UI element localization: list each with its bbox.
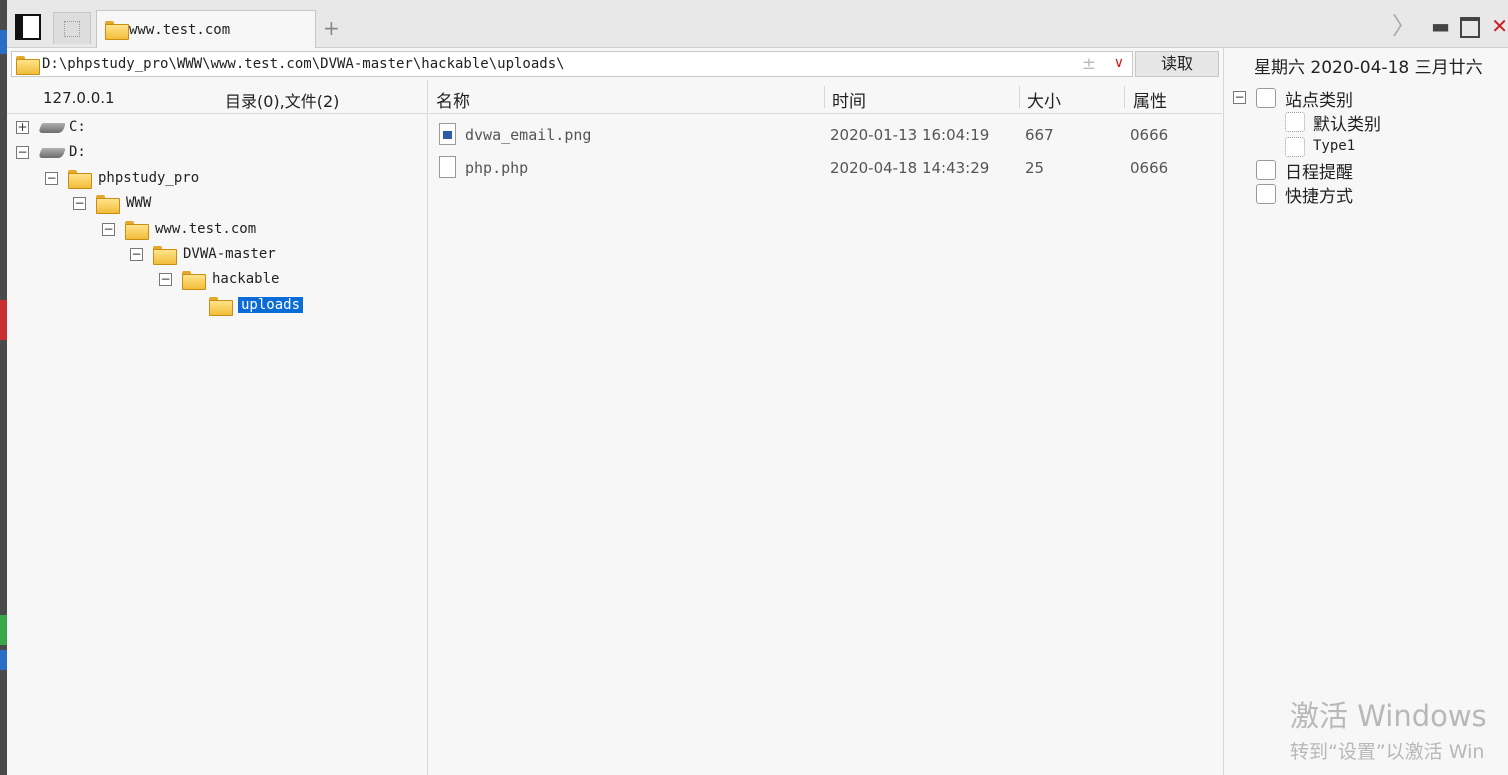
tab-blank[interactable] — [53, 12, 91, 44]
dotted-square-icon — [1285, 112, 1305, 132]
file-size: 667 — [1025, 126, 1054, 144]
file-time: 2020-04-18 14:43:29 — [830, 159, 990, 177]
add-tab-button[interactable]: + — [323, 18, 340, 38]
path-input[interactable]: D:\phpstudy_pro\WWW\www.test.com\DVWA-ma… — [11, 51, 1133, 77]
dotted-square-icon — [1285, 137, 1305, 157]
open-folder-icon — [209, 297, 233, 316]
file-row[interactable]: dvwa_email.png 2020-01-13 16:04:19 667 0… — [429, 120, 1222, 150]
collapse-icon[interactable]: − — [102, 223, 115, 236]
tab-active[interactable]: www.test.com — [96, 10, 316, 49]
directory-tree-pane: 127.0.0.1 目录(0),文件(2) + C: − D: − phpstu… — [7, 80, 428, 775]
category-icon — [1256, 88, 1276, 108]
plus-minus-icon[interactable]: ± — [1082, 54, 1096, 74]
collapse-icon[interactable]: − — [1233, 91, 1246, 104]
maximize-button[interactable] — [1460, 12, 1480, 38]
minimize-button[interactable]: ▬ — [1431, 12, 1450, 40]
collapse-icon[interactable]: − — [159, 273, 172, 286]
read-button[interactable]: 读取 — [1135, 51, 1219, 77]
collapse-icon[interactable]: − — [73, 197, 86, 210]
collapse-icon[interactable]: − — [45, 172, 58, 185]
folder-icon — [16, 56, 40, 75]
collapse-icon[interactable]: − — [16, 146, 29, 159]
file-size: 25 — [1025, 159, 1045, 177]
watermark-line1: 激活 Windows — [1290, 699, 1487, 733]
file-list-pane: 名称 时间 大小 属性 dvwa_email.png 2020-01-13 16… — [429, 80, 1222, 775]
collapse-icon[interactable]: − — [130, 248, 143, 261]
tree-header: 127.0.0.1 目录(0),文件(2) — [7, 80, 428, 114]
folder-icon — [182, 271, 206, 290]
file-name[interactable]: dvwa_email.png — [465, 126, 591, 144]
clock-icon — [1256, 160, 1276, 180]
server-ip: 127.0.0.1 — [43, 89, 115, 107]
column-separator[interactable] — [824, 86, 825, 108]
column-separator[interactable] — [1124, 86, 1125, 108]
folder-icon — [105, 21, 129, 40]
tree-item-label[interactable]: 日程提醒 — [1285, 158, 1353, 183]
chevron-down-icon[interactable]: ∨ — [1114, 55, 1124, 71]
folder-icon — [153, 246, 177, 265]
tab-bar: www.test.com + 〉 ▬ ✕ — [7, 0, 1508, 49]
tree-item-label[interactable]: www.test.com — [155, 221, 256, 237]
hand-icon — [1256, 184, 1276, 204]
file-attr: 0666 — [1130, 159, 1169, 177]
tree-item-label[interactable]: hackable — [212, 271, 279, 287]
tree-item-label[interactable]: WWW — [126, 195, 151, 211]
folder-icon — [68, 170, 92, 189]
tree-item-label[interactable]: 站点类别 — [1285, 86, 1353, 111]
tree-item-label[interactable]: D: — [69, 144, 86, 160]
path-text[interactable]: D:\phpstudy_pro\WWW\www.test.com\DVWA-ma… — [42, 56, 565, 72]
column-name[interactable]: 名称 — [436, 87, 470, 112]
address-row: D:\phpstudy_pro\WWW\www.test.com\DVWA-ma… — [7, 48, 1223, 80]
file-time: 2020-01-13 16:04:19 — [830, 126, 990, 144]
tab-label: www.test.com — [129, 22, 231, 38]
file-name[interactable]: php.php — [465, 159, 528, 177]
windows-activation-watermark: 激活 Windows 转到“设置”以激活 Win — [1290, 693, 1487, 764]
chevron-right-icon[interactable]: 〉 — [1392, 12, 1416, 40]
tree-item-label[interactable]: C: — [69, 119, 86, 135]
watermark-line2: 转到“设置”以激活 Win — [1290, 741, 1485, 763]
close-button[interactable]: ✕ — [1491, 12, 1508, 40]
desktop-edge-strip — [0, 0, 7, 775]
dotted-square-icon — [64, 21, 80, 37]
drive-icon — [38, 123, 66, 133]
tree-item-label-selected[interactable]: uploads — [236, 296, 305, 314]
date-display: 星期六 2020-04-18 三月廿六 — [1254, 58, 1483, 78]
tree-item-label[interactable]: Type1 — [1313, 138, 1355, 154]
tree-item-label[interactable]: phpstudy_pro — [98, 170, 199, 186]
column-time[interactable]: 时间 — [832, 87, 866, 112]
expand-icon[interactable]: + — [16, 121, 29, 134]
image-file-icon — [439, 123, 456, 145]
column-size[interactable]: 大小 — [1027, 87, 1061, 112]
column-attr[interactable]: 属性 — [1133, 87, 1167, 112]
panel-toggle-icon[interactable] — [15, 14, 41, 40]
file-row[interactable]: php.php 2020-04-18 14:43:29 25 0666 — [429, 153, 1222, 183]
blank-file-icon — [439, 156, 456, 178]
column-separator[interactable] — [1019, 86, 1020, 108]
file-attr: 0666 — [1130, 126, 1169, 144]
folder-icon — [125, 221, 149, 240]
file-list-header: 名称 时间 大小 属性 — [429, 80, 1222, 114]
folder-icon — [96, 195, 120, 214]
tree-item-label[interactable]: DVWA-master — [183, 246, 276, 262]
tree-item-label[interactable]: 快捷方式 — [1285, 182, 1353, 207]
right-sidebar: 星期六 2020-04-18 三月廿六 − 站点类别 默认类别 Type1 日程… — [1223, 48, 1508, 775]
tree-item-label[interactable]: 默认类别 — [1313, 110, 1381, 135]
drive-icon — [38, 148, 66, 158]
directory-file-count: 目录(0),文件(2) — [225, 92, 340, 111]
